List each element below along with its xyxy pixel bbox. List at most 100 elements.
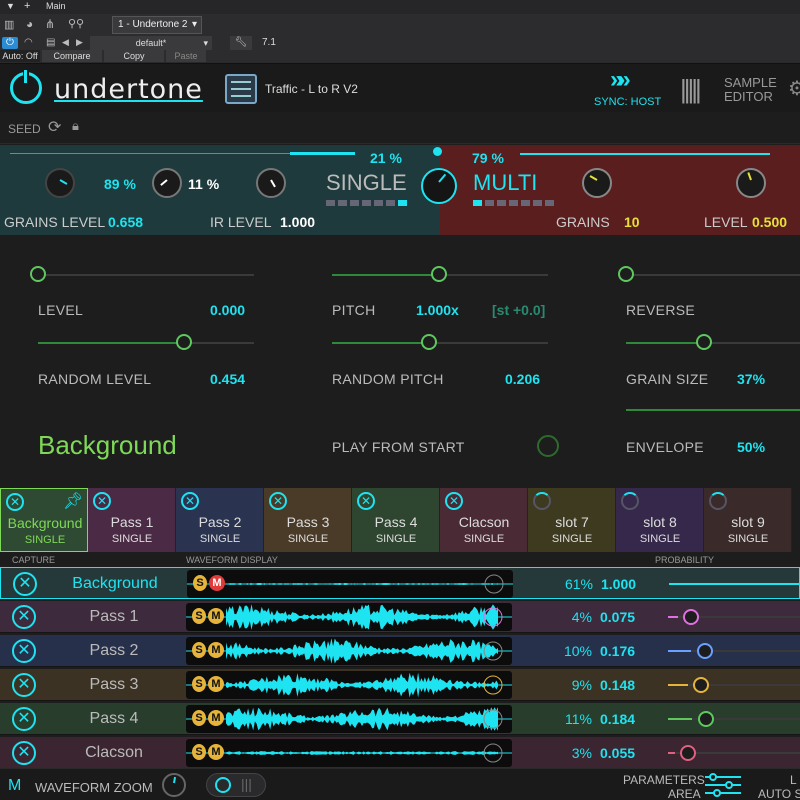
capture-close-icon[interactable]: ✕ (12, 639, 36, 663)
slot-ring-icon[interactable] (533, 492, 551, 510)
grain-size-value: 37% (737, 371, 766, 387)
auto-off-button[interactable]: Auto: Off (0, 50, 40, 62)
prev-icon[interactable]: ◀ (62, 37, 69, 48)
grain-size-slider[interactable] (696, 334, 712, 350)
close-icon[interactable]: ✕ (181, 492, 199, 510)
lock-icon[interactable]: 🔒︎ (72, 118, 79, 134)
probability-slider-thumb[interactable] (692, 677, 709, 693)
probability-slider-thumb[interactable] (682, 609, 699, 625)
tab-pass-3[interactable]: ✕ Pass 3 SINGLE (264, 488, 352, 552)
mute-button[interactable]: M (208, 642, 224, 658)
random-pitch-slider[interactable] (421, 334, 437, 350)
close-icon[interactable]: ✕ (357, 492, 375, 510)
waveform-display[interactable]: SM (187, 570, 513, 598)
slot-ring-icon[interactable] (709, 492, 727, 510)
next-icon[interactable]: ▶ (76, 37, 83, 48)
waveform-zoom-knob[interactable] (162, 773, 186, 797)
solo-button[interactable]: S (192, 676, 206, 692)
mix-knob[interactable] (421, 168, 457, 204)
copy-button[interactable]: Copy (104, 50, 164, 62)
solo-button[interactable]: S (192, 642, 206, 658)
mute-button[interactable]: M (209, 575, 225, 591)
waveform-display[interactable]: SM (186, 603, 512, 631)
tab-slot-9[interactable]: slot 9 SINGLE (704, 488, 792, 552)
sample-editor-label-1[interactable]: SAMPLE (724, 75, 777, 90)
waveform-display[interactable]: SM (186, 671, 512, 699)
random-level-slider[interactable] (176, 334, 192, 350)
capture-close-icon[interactable]: ✕ (12, 605, 36, 629)
instance-select[interactable]: 1 - Undertone 2 ▾ (112, 16, 202, 34)
grains-level-knob[interactable] (45, 168, 75, 198)
mute-button[interactable]: M (208, 676, 224, 692)
single-label[interactable]: SINGLE (326, 170, 407, 196)
mix-slider-thumb[interactable] (433, 147, 442, 156)
tab-slot-8[interactable]: slot 8 SINGLE (616, 488, 704, 552)
waveform-display[interactable]: SM (186, 705, 512, 733)
menu-arrow-icon[interactable]: ▼ (6, 1, 15, 11)
disk-icon[interactable]: ◕ (26, 17, 33, 31)
close-icon[interactable]: ✕ (93, 492, 111, 510)
power-icon[interactable]: ⏻ (2, 37, 18, 49)
midi-m-button[interactable]: M (8, 777, 21, 795)
wrench-icon[interactable]: 🔧︎ (230, 36, 252, 50)
solo-button[interactable]: S (192, 608, 206, 624)
close-icon[interactable]: ✕ (269, 492, 287, 510)
solo-button[interactable]: S (192, 710, 206, 726)
paste-button[interactable]: Paste (166, 50, 206, 62)
tab-clacson[interactable]: ✕ Clacson SINGLE (440, 488, 528, 552)
capture-close-icon[interactable]: ✕ (12, 707, 36, 731)
mute-button[interactable]: M (208, 744, 224, 760)
probability-slider-track[interactable] (668, 684, 800, 686)
tab-pass-2[interactable]: ✕ Pass 2 SINGLE (176, 488, 264, 552)
reverse-slider[interactable] (618, 266, 634, 282)
preset-name[interactable]: Traffic - L to R V2 (265, 82, 358, 96)
pin-icon[interactable]: 📌︎ (63, 491, 83, 511)
tab-slot-7[interactable]: slot 7 SINGLE (528, 488, 616, 552)
compare-button[interactable]: Compare (42, 50, 102, 62)
tab-background[interactable]: ✕ 📌︎ Background SINGLE (0, 488, 88, 552)
waveform-display[interactable]: SM (186, 739, 512, 767)
power-button[interactable] (10, 69, 42, 104)
add-icon[interactable]: + (24, 0, 30, 12)
preset-select[interactable]: default* ▾ (90, 36, 212, 50)
mute-button[interactable]: M (208, 608, 224, 624)
grains-knob[interactable] (582, 168, 612, 198)
envelope-slider[interactable] (626, 409, 800, 411)
multi-label[interactable]: MULTI (473, 170, 537, 196)
routing-icon[interactable]: ⋔ (45, 17, 55, 31)
multi-level-knob[interactable] (736, 168, 766, 198)
play-from-start-toggle[interactable] (537, 435, 559, 457)
probability-slider-thumb[interactable] (697, 711, 714, 727)
bars-icon[interactable]: ▥ (4, 18, 14, 31)
ir-level-knob[interactable] (152, 168, 182, 198)
parameters-area-toggle-icon[interactable] (705, 773, 741, 797)
level-slider[interactable] (30, 266, 46, 282)
solo-button[interactable]: S (193, 575, 207, 591)
ir-knob[interactable] (256, 168, 286, 198)
automation-icon[interactable]: ◠ (24, 37, 33, 48)
refresh-icon[interactable]: ⟳ (48, 117, 61, 137)
gear-icon[interactable]: ⚙ (788, 76, 800, 101)
midi-icon[interactable]: ⚲⚲ (68, 17, 84, 30)
slot-ring-icon[interactable] (621, 492, 639, 510)
probability-slider-thumb[interactable] (679, 745, 696, 761)
tab-pass-4[interactable]: ✕ Pass 4 SINGLE (352, 488, 440, 552)
close-icon[interactable]: ✕ (445, 492, 463, 510)
pitch-slider[interactable] (431, 266, 447, 282)
sample-editor-label-2[interactable]: EDITOR (724, 89, 773, 104)
waveform-icon[interactable]: ||||| (680, 74, 702, 105)
preset-browser-icon[interactable] (225, 74, 257, 104)
page-icon[interactable]: ▤ (46, 37, 55, 48)
view-toggle[interactable]: ||| (206, 773, 266, 797)
capture-close-icon[interactable]: ✕ (13, 572, 37, 596)
sync-label[interactable]: SYNC: HOST (594, 96, 661, 108)
waveform-display[interactable]: SM (186, 637, 512, 665)
tab-pass-1[interactable]: ✕ Pass 1 SINGLE (88, 488, 176, 552)
solo-button[interactable]: S (192, 744, 206, 760)
capture-close-icon[interactable]: ✕ (12, 741, 36, 765)
capture-close-icon[interactable]: ✕ (12, 673, 36, 697)
probability-slider-thumb[interactable] (696, 643, 713, 659)
mute-button[interactable]: M (208, 710, 224, 726)
close-icon[interactable]: ✕ (6, 493, 24, 511)
sync-arrows-icon[interactable]: »» (610, 66, 631, 94)
